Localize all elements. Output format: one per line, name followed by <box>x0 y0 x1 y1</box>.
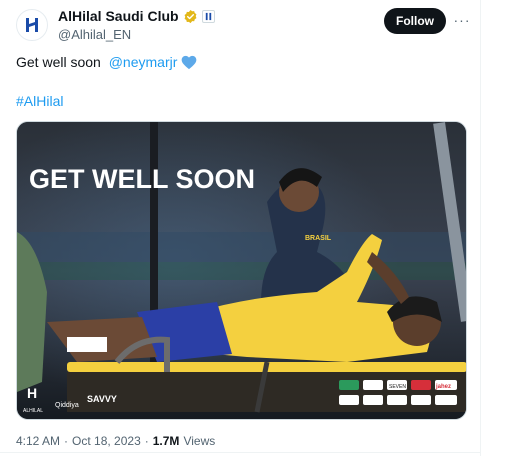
hashtag-link[interactable]: #AlHilal <box>16 93 63 109</box>
tweet-meta: 4:12 AM · Oct 18, 2023 · 1.7M Views <box>16 434 215 448</box>
sponsor-alhilal: ALHILAL <box>23 408 43 414</box>
sponsor-qiddiya: Qiddiya <box>55 402 79 409</box>
account-name-row: AlHilal Saudi Club <box>58 8 215 24</box>
affiliation-badge-icon[interactable] <box>201 9 215 23</box>
more-options-icon[interactable]: ··· <box>452 10 472 30</box>
sponsor-jahez: jahez <box>435 384 451 390</box>
divider-bottom <box>0 452 481 453</box>
tweet-date[interactable]: Oct 18, 2023 <box>72 434 141 448</box>
meta-separator: · <box>144 434 149 448</box>
divider-right <box>480 0 481 456</box>
mention-link[interactable]: @neymarjr <box>109 54 178 70</box>
tweet-media-image[interactable]: BRASIL GET WELL SOON H ALHILAL Qiddiya S… <box>16 121 467 420</box>
verified-badge-icon <box>184 9 197 23</box>
tweet-text-prefix: Get well soon <box>16 54 105 70</box>
alhilal-logo-icon <box>26 18 38 32</box>
follow-button[interactable]: Follow <box>384 8 446 34</box>
blue-heart-icon <box>182 55 197 69</box>
display-name[interactable]: AlHilal Saudi Club <box>58 8 179 24</box>
jersey-text: BRASIL <box>305 235 332 242</box>
meta-separator: · <box>64 434 69 448</box>
media-headline: GET WELL SOON <box>29 164 255 194</box>
account-handle[interactable]: @Alhilal_EN <box>58 27 131 42</box>
views-count: 1.7M <box>152 434 180 448</box>
tweet-text: Get well soon @neymarjr <box>16 54 197 70</box>
avatar[interactable] <box>16 9 48 41</box>
sponsor-savvy: SAVVY <box>87 394 117 404</box>
sponsor-seven: SEVEN <box>389 384 406 390</box>
views-label: Views <box>183 434 216 448</box>
tweet-time[interactable]: 4:12 AM <box>16 434 60 448</box>
alhilal-logo-mark: H <box>27 385 37 401</box>
